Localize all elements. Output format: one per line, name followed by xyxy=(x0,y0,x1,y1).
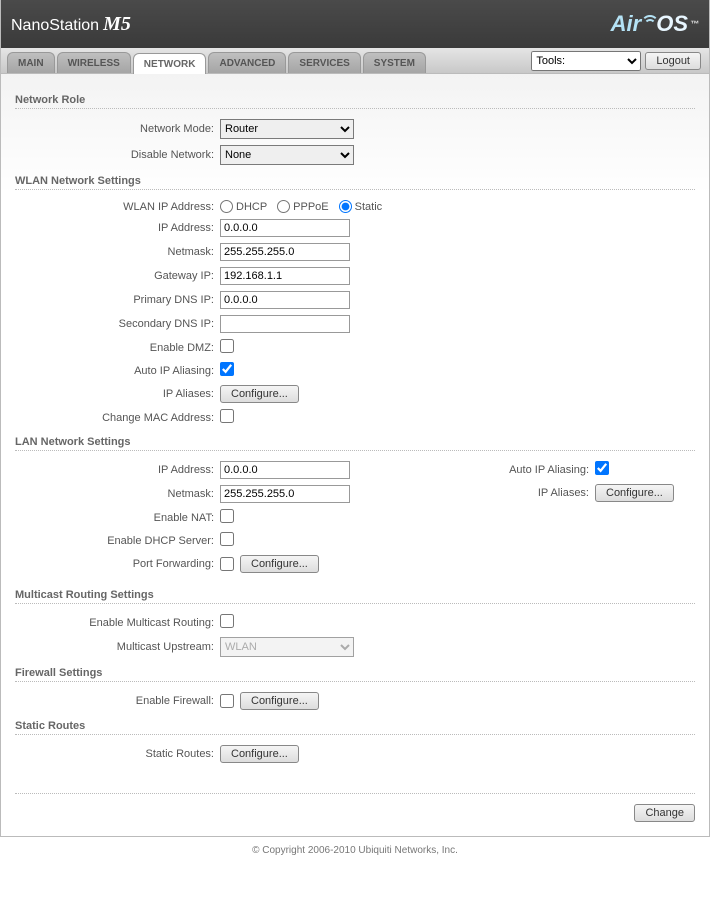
wlan-secondary-dns-label: Secondary DNS IP: xyxy=(15,318,220,330)
wlan-ipaddr-input[interactable] xyxy=(220,219,350,237)
lan-ip-aliases-configure-button[interactable]: Configure... xyxy=(595,484,674,502)
tab-services[interactable]: SERVICES xyxy=(288,52,360,73)
section-network-role-title: Network Role xyxy=(15,94,695,106)
wlan-netmask-label: Netmask: xyxy=(15,246,220,258)
network-mode-label: Network Mode: xyxy=(15,123,220,135)
lan-enable-nat-label: Enable NAT: xyxy=(15,512,220,524)
firewall-configure-button[interactable]: Configure... xyxy=(240,692,319,710)
section-firewall-title: Firewall Settings xyxy=(15,667,695,679)
wlan-change-mac-label: Change MAC Address: xyxy=(15,412,220,424)
lan-ip-aliases-label: IP Aliases: xyxy=(445,487,595,499)
wlan-auto-ip-aliasing-label: Auto IP Aliasing: xyxy=(15,365,220,377)
wlan-ip-pppoe-label: PPPoE xyxy=(293,201,328,213)
multicast-enable-label: Enable Multicast Routing: xyxy=(15,617,220,629)
firewall-enable-checkbox[interactable] xyxy=(220,694,234,708)
lan-ipaddr-input[interactable] xyxy=(220,461,350,479)
tab-wireless[interactable]: WIRELESS xyxy=(57,52,131,73)
wlan-ip-dhcp-label: DHCP xyxy=(236,201,267,213)
change-button[interactable]: Change xyxy=(634,804,695,822)
lan-enable-nat-checkbox[interactable] xyxy=(220,509,234,523)
tab-bar: MAIN WIRELESS NETWORK ADVANCED SERVICES … xyxy=(1,48,709,74)
tools-select[interactable]: Tools: xyxy=(531,51,641,71)
wlan-ip-aliases-label: IP Aliases: xyxy=(15,388,220,400)
logout-button[interactable]: Logout xyxy=(645,52,701,70)
wlan-enable-dmz-label: Enable DMZ: xyxy=(15,342,220,354)
multicast-enable-checkbox[interactable] xyxy=(220,614,234,628)
firewall-enable-label: Enable Firewall: xyxy=(15,695,220,707)
tab-advanced[interactable]: ADVANCED xyxy=(208,52,286,73)
wlan-auto-ip-aliasing-checkbox[interactable] xyxy=(220,362,234,376)
tab-network[interactable]: NETWORK xyxy=(133,53,207,74)
lan-netmask-input[interactable] xyxy=(220,485,350,503)
wlan-gateway-input[interactable] xyxy=(220,267,350,285)
lan-netmask-label: Netmask: xyxy=(15,488,220,500)
brand-model: M5 xyxy=(103,13,131,36)
wlan-ip-label: WLAN IP Address: xyxy=(15,201,220,213)
section-wlan-title: WLAN Network Settings xyxy=(15,175,695,187)
section-lan-title: LAN Network Settings xyxy=(15,436,695,448)
section-static-routes-title: Static Routes xyxy=(15,720,695,732)
lan-enable-dhcp-checkbox[interactable] xyxy=(220,532,234,546)
wlan-enable-dmz-checkbox[interactable] xyxy=(220,339,234,353)
logo-air: Air xyxy=(611,11,642,37)
lan-port-forwarding-checkbox[interactable] xyxy=(220,557,234,571)
copyright: © Copyright 2006-2010 Ubiquiti Networks,… xyxy=(0,837,710,868)
static-routes-label: Static Routes: xyxy=(15,748,220,760)
wlan-ip-radio-pppoe[interactable] xyxy=(277,200,290,213)
tab-main[interactable]: MAIN xyxy=(7,52,55,73)
lan-ipaddr-label: IP Address: xyxy=(15,464,220,476)
wlan-ip-aliases-configure-button[interactable]: Configure... xyxy=(220,385,299,403)
wlan-change-mac-checkbox[interactable] xyxy=(220,409,234,423)
logo-os: OS xyxy=(656,11,688,37)
lan-enable-dhcp-label: Enable DHCP Server: xyxy=(15,535,220,547)
wlan-secondary-dns-input[interactable] xyxy=(220,315,350,333)
static-routes-configure-button[interactable]: Configure... xyxy=(220,745,299,763)
lan-auto-ip-aliasing-checkbox[interactable] xyxy=(595,461,609,475)
header: NanoStation M5 Air OS™ xyxy=(1,0,709,48)
wlan-ip-static-label: Static xyxy=(355,201,383,213)
lan-port-forwarding-configure-button[interactable]: Configure... xyxy=(240,555,319,573)
network-mode-select[interactable]: Router xyxy=(220,119,354,139)
lan-auto-ip-aliasing-label: Auto IP Aliasing: xyxy=(445,464,595,476)
airos-logo: Air OS™ xyxy=(611,11,699,37)
lan-port-forwarding-label: Port Forwarding: xyxy=(15,558,220,570)
wlan-gateway-label: Gateway IP: xyxy=(15,270,220,282)
brand-name: NanoStation xyxy=(11,17,99,35)
brand: NanoStation M5 xyxy=(11,13,131,36)
wlan-ip-radio-dhcp[interactable] xyxy=(220,200,233,213)
wlan-ip-radio-static[interactable] xyxy=(339,200,352,213)
disable-network-label: Disable Network: xyxy=(15,149,220,161)
disable-network-select[interactable]: None xyxy=(220,145,354,165)
wlan-primary-dns-input[interactable] xyxy=(220,291,350,309)
logo-tm: ™ xyxy=(690,19,699,29)
wlan-primary-dns-label: Primary DNS IP: xyxy=(15,294,220,306)
multicast-upstream-select: WLAN xyxy=(220,637,354,657)
tab-system[interactable]: SYSTEM xyxy=(363,52,426,73)
wifi-icon xyxy=(641,17,655,31)
section-multicast-title: Multicast Routing Settings xyxy=(15,589,695,601)
wlan-ipaddr-label: IP Address: xyxy=(15,222,220,234)
multicast-upstream-label: Multicast Upstream: xyxy=(15,641,220,653)
wlan-netmask-input[interactable] xyxy=(220,243,350,261)
